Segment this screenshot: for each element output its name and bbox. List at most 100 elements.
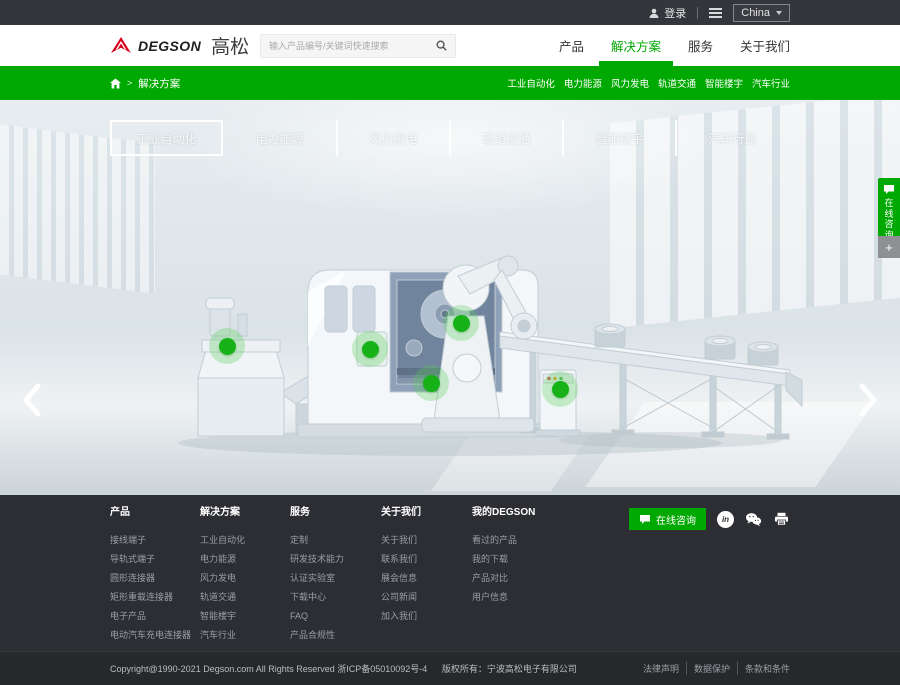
hero-background bbox=[180, 100, 720, 220]
footer-link[interactable]: 认证实验室 bbox=[290, 573, 381, 583]
brand-name: DEGSON bbox=[138, 38, 201, 54]
hotspot[interactable] bbox=[209, 328, 245, 364]
language-value: China bbox=[741, 7, 770, 19]
hotspot[interactable] bbox=[542, 371, 578, 407]
nav-item-about[interactable]: 关于我们 bbox=[740, 25, 790, 66]
home-icon[interactable] bbox=[110, 78, 121, 89]
floating-expand-button[interactable]: + bbox=[878, 236, 900, 258]
footer-link[interactable]: 产品合规性 bbox=[290, 630, 381, 640]
subnav-item-power-energy[interactable]: 电力能源 bbox=[564, 76, 602, 90]
footer-link[interactable]: 用户信息 bbox=[472, 592, 642, 602]
legal-links: 法律声明 数据保护 条款和条件 bbox=[643, 662, 790, 675]
tab-wind-power[interactable]: 风力发电 bbox=[336, 120, 449, 156]
wechat-icon bbox=[745, 512, 762, 527]
tab-rail-transit[interactable]: 轨道交通 bbox=[449, 120, 562, 156]
legal-link-data-protection[interactable]: 数据保护 bbox=[686, 662, 730, 675]
consult-button[interactable]: 在线咨询 bbox=[629, 508, 706, 530]
floating-consult-button[interactable]: 在线咨询 bbox=[878, 178, 900, 245]
search-input[interactable] bbox=[269, 41, 436, 51]
footer-link[interactable]: 智能楼宇 bbox=[200, 611, 290, 621]
footer-column-title: 产品 bbox=[110, 507, 200, 519]
footer-link[interactable]: 电子产品 bbox=[110, 611, 200, 621]
hotspot[interactable] bbox=[443, 305, 479, 341]
subnav-item-smart-building[interactable]: 智能楼宇 bbox=[705, 76, 743, 90]
carousel-prev-button[interactable] bbox=[22, 383, 42, 417]
footer-actions: 在线咨询 in bbox=[629, 508, 790, 530]
logo[interactable]: DEGSON 高松 bbox=[110, 32, 249, 59]
chevron-right-icon bbox=[858, 383, 878, 417]
footer-link[interactable]: 圆形连接器 bbox=[110, 573, 200, 583]
breadcrumb-current: 解决方案 bbox=[138, 76, 180, 91]
logo-mark-icon bbox=[110, 36, 132, 55]
subnav: 工业自动化 电力能源 风力发电 轨道交通 智能楼宇 汽车行业 bbox=[507, 76, 790, 90]
search-button[interactable] bbox=[436, 40, 447, 51]
footer-link[interactable]: 产品对比 bbox=[472, 573, 642, 583]
hotspot-dot-icon bbox=[219, 338, 236, 355]
hero-banner: 工业自动化 电力能源 风力发电 轨道交通 智能楼宇 汽车行业 bbox=[0, 100, 900, 495]
login-label: 登录 bbox=[664, 5, 686, 21]
footer-link[interactable]: 电动汽车充电连接器 bbox=[110, 630, 200, 640]
floating-consult-label: 在线咨询 bbox=[884, 198, 894, 240]
subnav-item-industrial-automation[interactable]: 工业自动化 bbox=[507, 76, 555, 90]
copyright: Copyright@1990-2021 Degson.com All Right… bbox=[110, 662, 577, 675]
hotspot[interactable] bbox=[352, 331, 388, 367]
footer-link[interactable]: 研发技术能力 bbox=[290, 554, 381, 564]
footer-link[interactable]: 展会信息 bbox=[381, 573, 472, 583]
subnav-item-rail-transit[interactable]: 轨道交通 bbox=[658, 76, 696, 90]
footer-link[interactable]: 轨道交通 bbox=[200, 592, 290, 602]
machine-illustration bbox=[150, 228, 805, 465]
tab-automotive[interactable]: 汽车行业 bbox=[675, 120, 788, 156]
hotspot-dot-icon bbox=[552, 381, 569, 398]
chat-icon bbox=[639, 514, 651, 525]
footer-link[interactable]: 电力能源 bbox=[200, 554, 290, 564]
legal-link-terms[interactable]: 条款和条件 bbox=[737, 662, 790, 675]
footer-link[interactable]: 加入我们 bbox=[381, 611, 472, 621]
breadcrumb-bar: > 解决方案 工业自动化 电力能源 风力发电 轨道交通 智能楼宇 汽车行业 bbox=[0, 66, 900, 100]
footer-link[interactable]: 矩形重载连接器 bbox=[110, 592, 200, 602]
login-button[interactable]: 登录 bbox=[649, 5, 686, 21]
search-box bbox=[260, 34, 456, 58]
footer: 产品 接线端子 导轨式端子 圆形连接器 矩形重载连接器 电子产品 电动汽车充电连… bbox=[0, 495, 900, 651]
language-select[interactable]: China bbox=[733, 4, 790, 22]
footer-link[interactable]: 工业自动化 bbox=[200, 535, 290, 545]
footer-link[interactable]: 接线端子 bbox=[110, 535, 200, 545]
hotspot-dot-icon bbox=[453, 315, 470, 332]
plus-icon: + bbox=[885, 240, 893, 255]
footer-link[interactable]: 公司新闻 bbox=[381, 592, 472, 602]
brand-cjk: 高松 bbox=[211, 32, 249, 59]
main-nav: 产品 解决方案 服务 关于我们 bbox=[559, 25, 790, 66]
hotspot-dot-icon bbox=[423, 375, 440, 392]
footer-link[interactable]: 联系我们 bbox=[381, 554, 472, 564]
footer-link[interactable]: 看过的产品 bbox=[472, 535, 642, 545]
tab-power-energy[interactable]: 电力能源 bbox=[223, 120, 336, 156]
nav-item-products[interactable]: 产品 bbox=[559, 25, 584, 66]
wechat-button[interactable] bbox=[745, 511, 762, 528]
subnav-item-automotive[interactable]: 汽车行业 bbox=[752, 76, 790, 90]
hotspot[interactable] bbox=[413, 365, 449, 401]
search-icon bbox=[436, 40, 447, 51]
footer-link[interactable]: 定制 bbox=[290, 535, 381, 545]
breadcrumb: > 解决方案 bbox=[110, 76, 180, 91]
linkedin-button[interactable]: in bbox=[717, 511, 734, 528]
footer-link[interactable]: FAQ bbox=[290, 611, 381, 621]
footer-link[interactable]: 关于我们 bbox=[381, 535, 472, 545]
print-button[interactable] bbox=[773, 511, 790, 528]
carousel-next-button[interactable] bbox=[858, 383, 878, 417]
footer-link[interactable]: 汽车行业 bbox=[200, 630, 290, 640]
footer-column-products: 产品 接线端子 导轨式端子 圆形连接器 矩形重载连接器 电子产品 电动汽车充电连… bbox=[110, 507, 200, 649]
tab-smart-building[interactable]: 智能楼宇 bbox=[562, 120, 675, 156]
nav-item-services[interactable]: 服务 bbox=[688, 25, 713, 66]
chevron-left-icon bbox=[22, 383, 42, 417]
nav-item-solutions[interactable]: 解决方案 bbox=[611, 25, 661, 66]
footer-link[interactable]: 风力发电 bbox=[200, 573, 290, 583]
footer-link[interactable]: 导轨式端子 bbox=[110, 554, 200, 564]
footer-column-title: 关于我们 bbox=[381, 507, 472, 519]
subnav-item-wind-power[interactable]: 风力发电 bbox=[611, 76, 649, 90]
footer-link[interactable]: 下载中心 bbox=[290, 592, 381, 602]
tab-industrial-automation[interactable]: 工业自动化 bbox=[110, 120, 223, 156]
footer-column-my-degson: 我的DEGSON 看过的产品 我的下载 产品对比 用户信息 bbox=[472, 507, 642, 649]
menu-button[interactable] bbox=[709, 8, 722, 18]
footer-link[interactable]: 我的下载 bbox=[472, 554, 642, 564]
ownership-text: 版权所有：宁波高松电子有限公司 bbox=[442, 664, 577, 674]
legal-link-notice[interactable]: 法律声明 bbox=[643, 662, 679, 675]
